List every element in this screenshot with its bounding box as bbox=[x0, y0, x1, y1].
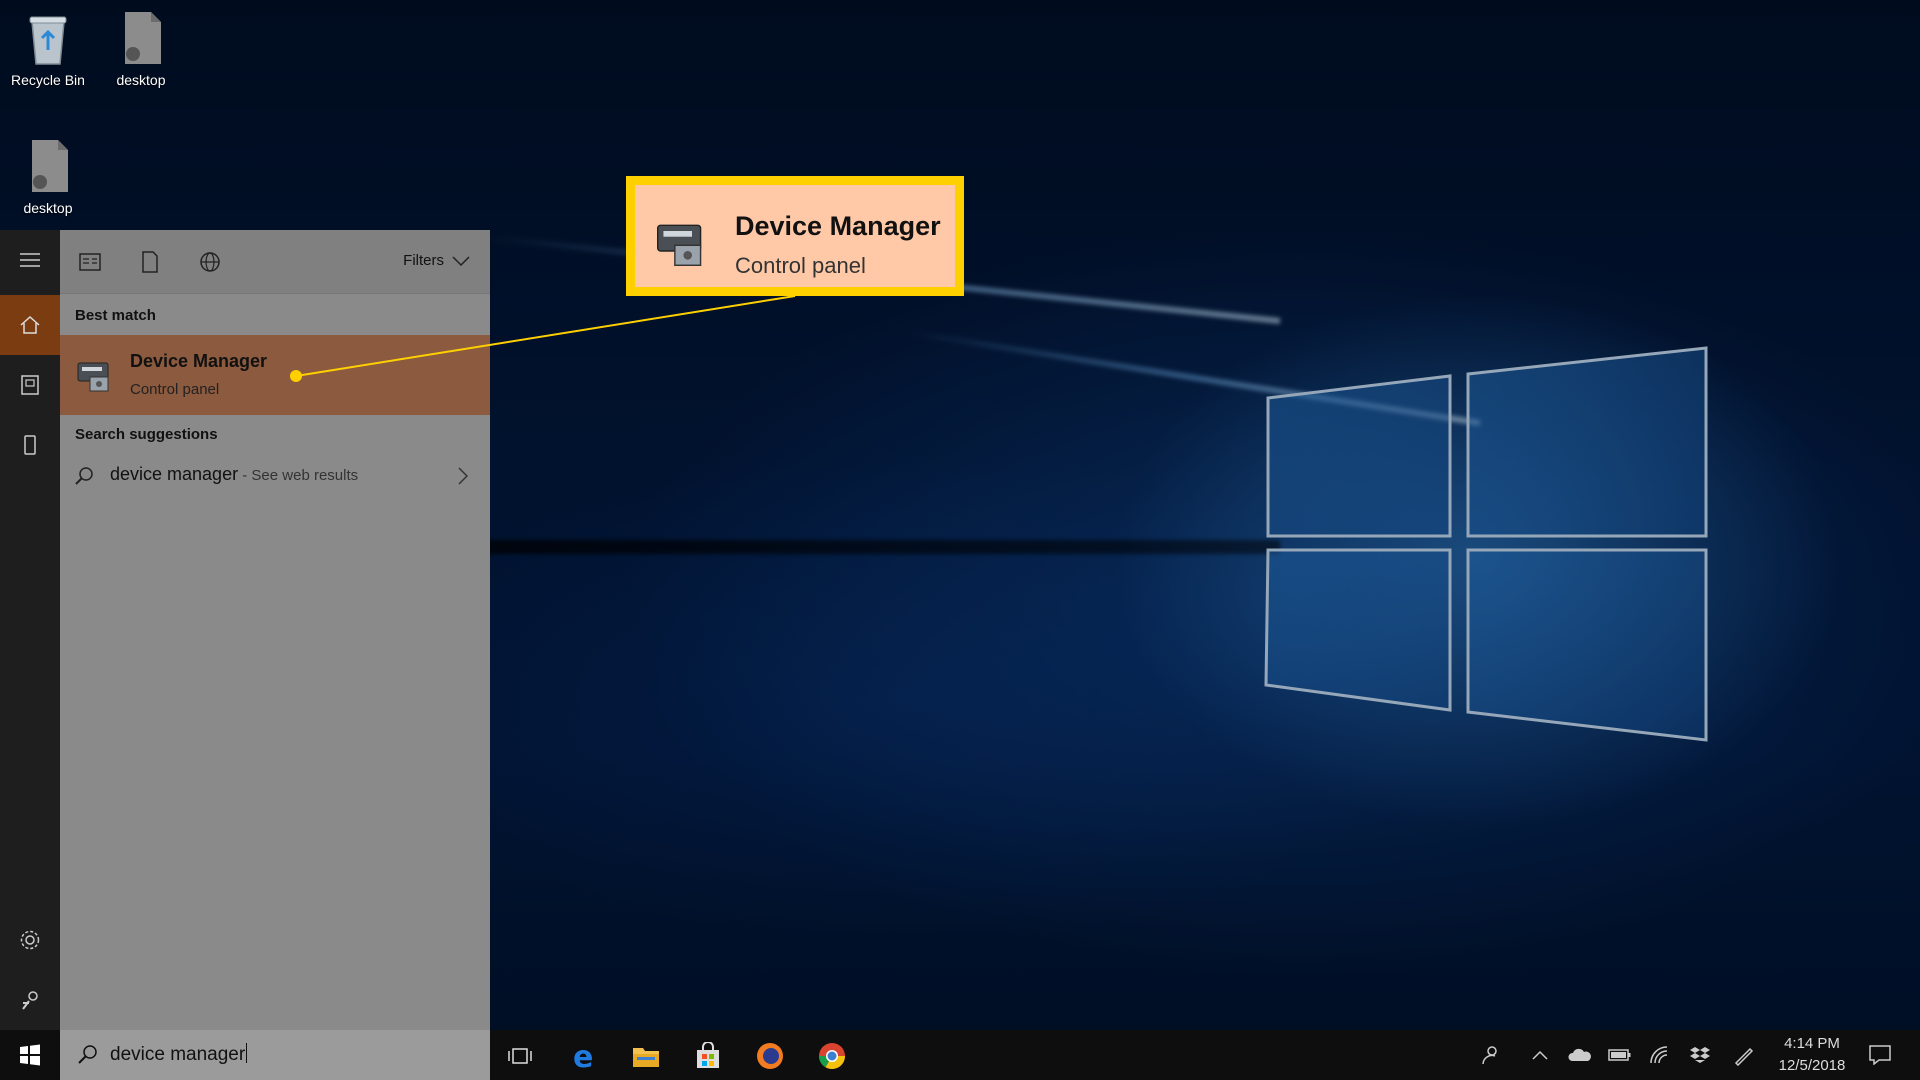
action-center-button[interactable] bbox=[1866, 1041, 1894, 1069]
rail-devices-button[interactable] bbox=[0, 415, 60, 475]
svg-text:e: e bbox=[573, 1041, 593, 1071]
desktop-icon-desktop-2[interactable]: desktop bbox=[0, 136, 96, 216]
search-icon bbox=[75, 467, 93, 485]
windows-logo-icon bbox=[20, 1044, 40, 1066]
documents-filter-button[interactable] bbox=[136, 248, 164, 276]
chevron-right-icon bbox=[458, 467, 468, 485]
start-button[interactable] bbox=[0, 1030, 60, 1080]
feedback-icon bbox=[22, 991, 38, 1010]
web-search-suggestion[interactable]: device manager - See web results bbox=[60, 454, 490, 498]
task-view-button[interactable] bbox=[500, 1036, 540, 1076]
show-hidden-icons-button[interactable] bbox=[1526, 1041, 1554, 1069]
recycle-bin-icon bbox=[20, 8, 76, 68]
hamburger-icon bbox=[20, 253, 40, 267]
pen-icon bbox=[1734, 1047, 1754, 1066]
dropbox-tray-button[interactable] bbox=[1686, 1041, 1714, 1069]
filters-label: Filters bbox=[403, 252, 444, 269]
search-icon bbox=[78, 1045, 97, 1064]
people-tray-button[interactable] bbox=[1476, 1041, 1504, 1069]
start-left-rail bbox=[0, 230, 60, 1030]
taskbar-search-box[interactable]: device manager bbox=[60, 1030, 490, 1080]
best-match-heading: Best match bbox=[75, 307, 156, 324]
document-icon bbox=[142, 251, 158, 273]
desktop-icon-label: Recycle Bin bbox=[11, 72, 85, 88]
file-explorer-icon bbox=[633, 1048, 659, 1067]
rail-home-button[interactable] bbox=[0, 295, 60, 355]
clock-date: 12/5/2018 bbox=[1778, 1057, 1846, 1074]
dropbox-icon bbox=[1690, 1047, 1710, 1063]
file-icon bbox=[20, 136, 76, 196]
store-icon bbox=[697, 1042, 719, 1068]
file-explorer-taskbar-button[interactable] bbox=[626, 1036, 666, 1076]
firefox-icon bbox=[757, 1043, 783, 1069]
desktop-icon-desktop-1[interactable]: desktop bbox=[93, 8, 189, 88]
hamburger-menu-button[interactable] bbox=[0, 230, 60, 290]
rail-settings-button[interactable] bbox=[0, 910, 60, 970]
web-filter-button[interactable] bbox=[196, 248, 224, 276]
task-view-icon bbox=[508, 1048, 532, 1064]
text-caret bbox=[246, 1043, 248, 1063]
onedrive-tray-button[interactable] bbox=[1566, 1041, 1594, 1069]
phone-icon bbox=[24, 435, 36, 455]
device-manager-icon bbox=[74, 353, 116, 395]
best-match-subtitle: Control panel bbox=[130, 381, 220, 398]
chrome-icon bbox=[818, 1043, 846, 1070]
chevron-down-icon bbox=[452, 255, 470, 266]
people-icon bbox=[1482, 1046, 1497, 1065]
filters-dropdown[interactable]: Filters bbox=[403, 252, 470, 269]
edge-taskbar-button[interactable]: e bbox=[564, 1036, 604, 1076]
home-icon bbox=[20, 315, 40, 334]
desktop-icon-label: desktop bbox=[23, 200, 73, 216]
device-manager-icon bbox=[651, 211, 713, 271]
search-suggestions-heading: Search suggestions bbox=[75, 426, 218, 443]
taskbar-clock[interactable]: 4:14 PM 12/5/2018 bbox=[1762, 1033, 1862, 1077]
apps-icon bbox=[79, 253, 101, 271]
desktop-icon-label: desktop bbox=[116, 72, 166, 88]
globe-icon bbox=[200, 252, 220, 272]
onedrive-icon bbox=[1568, 1048, 1591, 1061]
callout-subtitle: Control panel bbox=[735, 253, 866, 278]
wifi-tray-button[interactable] bbox=[1646, 1041, 1674, 1069]
battery-tray-button[interactable] bbox=[1606, 1041, 1634, 1069]
search-query: device manager bbox=[110, 1044, 246, 1065]
desktop-icon-recycle-bin[interactable]: Recycle Bin bbox=[0, 8, 96, 88]
suggestion-term: device manager bbox=[110, 464, 239, 484]
apps-filter-button[interactable] bbox=[76, 248, 104, 276]
notifications-icon bbox=[1869, 1045, 1891, 1065]
gear-icon bbox=[20, 930, 40, 950]
best-match-result[interactable]: Device Manager Control panel bbox=[60, 335, 490, 415]
rail-feedback-button[interactable] bbox=[0, 970, 60, 1030]
wifi-icon bbox=[1650, 1046, 1668, 1064]
firefox-taskbar-button[interactable] bbox=[750, 1036, 790, 1076]
search-results-panel: Filters Best match Device Manager Contro… bbox=[60, 230, 490, 1030]
clock-time: 4:14 PM bbox=[1784, 1035, 1840, 1052]
suggestion-hint: - See web results bbox=[238, 467, 359, 484]
file-icon bbox=[113, 8, 169, 68]
rail-notebook-button[interactable] bbox=[0, 355, 60, 415]
chevron-up-icon bbox=[1532, 1050, 1548, 1060]
search-filter-bar: Filters bbox=[60, 230, 490, 294]
pen-workspace-tray-button[interactable] bbox=[1730, 1041, 1758, 1069]
highlight-callout: Device Manager Control panel bbox=[626, 176, 964, 296]
edge-icon: e bbox=[573, 1041, 593, 1071]
callout-title: Device Manager bbox=[735, 211, 941, 241]
chrome-taskbar-button[interactable] bbox=[812, 1036, 852, 1076]
best-match-title: Device Manager bbox=[130, 351, 268, 371]
battery-icon bbox=[1608, 1049, 1631, 1061]
callout-box: Device Manager Control panel bbox=[635, 185, 955, 287]
store-taskbar-button[interactable] bbox=[688, 1036, 728, 1076]
notebook-icon bbox=[21, 375, 39, 395]
